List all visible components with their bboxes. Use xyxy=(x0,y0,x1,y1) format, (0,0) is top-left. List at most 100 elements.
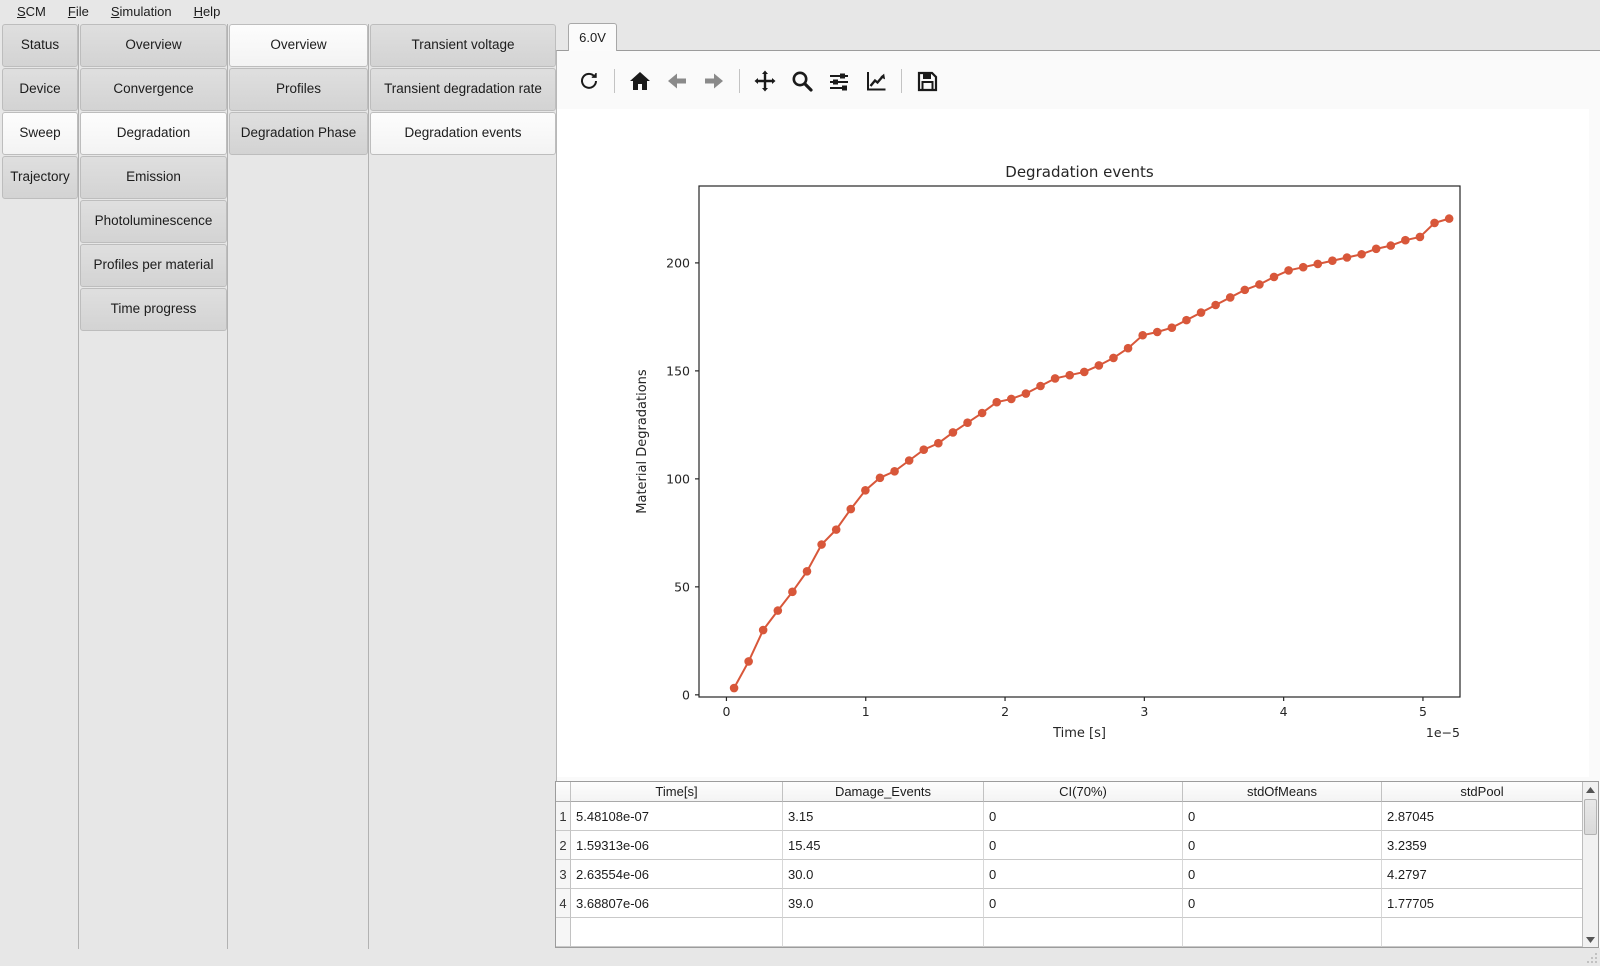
row-number[interactable]: 1 xyxy=(556,802,571,831)
table-cell[interactable]: 30.0 xyxy=(783,860,984,889)
triangle-down-icon xyxy=(1586,937,1595,943)
data-point xyxy=(774,606,783,615)
data-point xyxy=(1211,301,1220,310)
nav-tab-photoluminescence[interactable]: Photoluminescence xyxy=(80,200,227,243)
data-point xyxy=(1386,241,1395,250)
table-cell[interactable]: 2.87045 xyxy=(1382,802,1583,831)
table-cell[interactable]: 2.63554e-06 xyxy=(571,860,783,889)
column-header-damage-events[interactable]: Damage_Events xyxy=(783,782,984,802)
nav-tab-device[interactable]: Device xyxy=(2,68,78,111)
forward-button[interactable] xyxy=(700,67,728,95)
table-cell[interactable]: 0 xyxy=(1183,802,1382,831)
table-cell[interactable]: 1.59313e-06 xyxy=(571,831,783,860)
row-number[interactable]: 4 xyxy=(556,889,571,918)
y-tick-label: 100 xyxy=(666,471,690,486)
data-point xyxy=(1153,328,1162,337)
refresh-button[interactable] xyxy=(575,67,603,95)
data-point xyxy=(1226,293,1235,302)
row-number[interactable]: 3 xyxy=(556,860,571,889)
table-cell[interactable] xyxy=(571,918,783,947)
x-tick-label: 1 xyxy=(862,704,870,719)
nav-tab-transient-degradation-rate[interactable]: Transient degradation rate xyxy=(370,68,556,111)
nav-column-level-4: Transient voltageTransient degradation r… xyxy=(370,24,556,156)
row-number[interactable]: 2 xyxy=(556,831,571,860)
table-row: 32.63554e-0630.0004.2797 xyxy=(556,860,1583,889)
nav-tab-overview[interactable]: Overview xyxy=(80,24,227,67)
menu-scm[interactable]: SCM xyxy=(6,1,57,23)
menu-help[interactable]: Help xyxy=(183,1,232,23)
nav-tab-emission[interactable]: Emission xyxy=(80,156,227,199)
column-header-time-s-[interactable]: Time[s] xyxy=(571,782,783,802)
menu-file[interactable]: File xyxy=(57,1,100,23)
subplots-button[interactable] xyxy=(825,67,853,95)
row-number[interactable] xyxy=(556,918,571,947)
nav-tab-overview[interactable]: Overview xyxy=(229,24,368,67)
table-cell[interactable] xyxy=(984,918,1183,947)
nav-tab-degradation-events[interactable]: Degradation events xyxy=(370,112,556,155)
table-cell[interactable]: 0 xyxy=(1183,889,1382,918)
nav-tab-status[interactable]: Status xyxy=(2,24,78,67)
data-point xyxy=(1357,250,1366,259)
x-tick-label: 2 xyxy=(1001,704,1009,719)
table-cell[interactable]: 0 xyxy=(984,889,1183,918)
nav-tab-profiles-per-material[interactable]: Profiles per material xyxy=(80,244,227,287)
toolbar-separator xyxy=(614,69,615,93)
nav-tab-sweep[interactable]: Sweep xyxy=(2,112,78,155)
data-point xyxy=(1051,374,1060,383)
table-cell[interactable]: 1.77705 xyxy=(1382,889,1583,918)
home-button[interactable] xyxy=(626,67,654,95)
table-cell[interactable]: 3.68807e-06 xyxy=(571,889,783,918)
tab-6.0v[interactable]: 6.0V xyxy=(568,23,617,51)
zoom-button[interactable] xyxy=(788,67,816,95)
nav-tab-time-progress[interactable]: Time progress xyxy=(80,288,227,331)
scrollbar-thumb[interactable] xyxy=(1584,799,1597,835)
nav-tab-degradation[interactable]: Degradation xyxy=(80,112,227,155)
table-cell[interactable] xyxy=(1382,918,1583,947)
x-tick-label: 4 xyxy=(1280,704,1288,719)
data-point xyxy=(1080,368,1089,377)
table-cell[interactable]: 0 xyxy=(1183,860,1382,889)
table-cell[interactable]: 0 xyxy=(1183,831,1382,860)
column-header-stdofmeans[interactable]: stdOfMeans xyxy=(1183,782,1382,802)
axes-config-button[interactable] xyxy=(862,67,890,95)
pan-button[interactable] xyxy=(751,67,779,95)
nav-tab-trajectory[interactable]: Trajectory xyxy=(2,156,78,199)
table-cell[interactable]: 3.2359 xyxy=(1382,831,1583,860)
plot-canvas[interactable]: 012345050100150200Degradation eventsTime… xyxy=(557,109,1589,777)
data-point xyxy=(1168,323,1177,332)
results-table-frame: Time[s]Damage_EventsCI(70%)stdOfMeansstd… xyxy=(555,781,1599,948)
triangle-up-icon xyxy=(1586,787,1595,793)
data-point xyxy=(876,473,885,482)
column-header-stdpool[interactable]: stdPool xyxy=(1382,782,1583,802)
table-cell[interactable]: 39.0 xyxy=(783,889,984,918)
resize-grip-icon[interactable] xyxy=(1586,952,1598,964)
table-cell[interactable] xyxy=(1183,918,1382,947)
table-cell[interactable]: 5.48108e-07 xyxy=(571,802,783,831)
x-tick-label: 5 xyxy=(1419,704,1427,719)
table-cell[interactable]: 0 xyxy=(984,860,1183,889)
save-button[interactable] xyxy=(913,67,941,95)
data-point xyxy=(1197,308,1206,317)
table-cell[interactable]: 3.15 xyxy=(783,802,984,831)
table-cell[interactable]: 0 xyxy=(984,802,1183,831)
scroll-up-button[interactable] xyxy=(1583,782,1598,797)
table-cell[interactable]: 4.2797 xyxy=(1382,860,1583,889)
data-point xyxy=(759,626,768,635)
table-vertical-scrollbar[interactable] xyxy=(1582,782,1598,947)
column-header-ci-70-[interactable]: CI(70%) xyxy=(984,782,1183,802)
menu-simulation[interactable]: Simulation xyxy=(100,1,183,23)
nav-tab-convergence[interactable]: Convergence xyxy=(80,68,227,111)
back-button[interactable] xyxy=(663,67,691,95)
table-cell[interactable] xyxy=(783,918,984,947)
nav-tab-degradation-phase[interactable]: Degradation Phase xyxy=(229,112,368,155)
nav-tab-transient-voltage[interactable]: Transient voltage xyxy=(370,24,556,67)
y-tick-label: 150 xyxy=(666,363,690,378)
data-point xyxy=(905,456,914,465)
table-cell[interactable]: 15.45 xyxy=(783,831,984,860)
data-point xyxy=(1007,395,1016,404)
table-cell[interactable]: 0 xyxy=(984,831,1183,860)
data-point xyxy=(1284,266,1293,275)
table-row xyxy=(556,918,1583,947)
scroll-down-button[interactable] xyxy=(1583,932,1598,947)
nav-tab-profiles[interactable]: Profiles xyxy=(229,68,368,111)
